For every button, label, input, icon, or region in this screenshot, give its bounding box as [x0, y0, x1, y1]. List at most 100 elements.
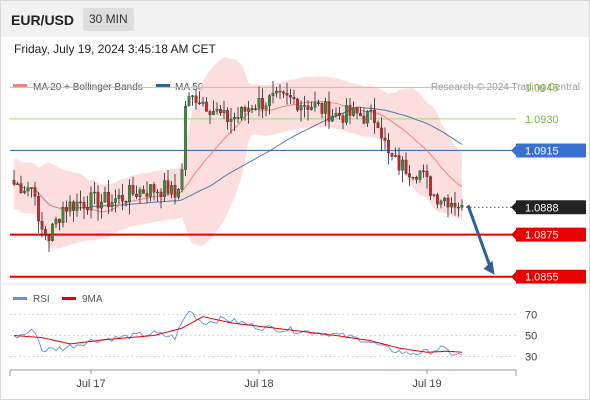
- candle-body: [72, 201, 75, 211]
- candle-body: [93, 191, 96, 194]
- candle-body: [177, 188, 180, 198]
- candle-body: [334, 112, 338, 117]
- rsi-tick-label: 30: [525, 352, 537, 364]
- candle-body: [457, 206, 460, 209]
- candle-body: [65, 207, 68, 212]
- candle-body: [201, 101, 205, 104]
- candle-body: [75, 201, 79, 211]
- candle-body: [236, 117, 240, 119]
- candle-body: [12, 179, 16, 185]
- candle: [187, 92, 191, 107]
- level-tag-pointer: [511, 145, 516, 156]
- ma9-legend-label: 9MA: [82, 294, 103, 305]
- candle-body: [23, 190, 26, 193]
- candle-body: [142, 189, 145, 194]
- candle-body: [79, 201, 82, 204]
- level-1-0855: 1.0855: [10, 269, 586, 284]
- candle-body: [229, 118, 233, 122]
- candle-body: [443, 197, 446, 202]
- candle-body: [369, 109, 373, 112]
- candle-body: [299, 105, 303, 111]
- candle-body: [86, 206, 89, 210]
- candle-body: [411, 176, 415, 179]
- candle-body: [219, 109, 222, 114]
- candle: [184, 100, 187, 176]
- rsi-ma-line: [13, 316, 463, 353]
- candle-body: [30, 187, 33, 189]
- candle-body: [51, 223, 54, 241]
- candle-body: [446, 197, 450, 208]
- candle-body: [247, 108, 250, 112]
- candle-body: [453, 203, 457, 208]
- candle-body: [380, 127, 383, 139]
- candle-body: [282, 91, 285, 94]
- candle-body: [261, 98, 264, 110]
- candle-body: [191, 95, 194, 97]
- candle-body: [96, 191, 100, 209]
- candle-body: [33, 187, 37, 197]
- candle-body: [285, 92, 289, 96]
- candle-body: [243, 107, 247, 112]
- candle-body: [208, 111, 212, 115]
- candle-body: [401, 159, 404, 171]
- candle-body: [100, 201, 103, 209]
- candle: [191, 94, 194, 106]
- candle: [51, 222, 54, 242]
- candle-body: [131, 185, 135, 195]
- candle-body: [383, 137, 387, 141]
- level-tag-pointer: [511, 271, 516, 282]
- candle-body: [317, 102, 320, 104]
- x-tick-label: Jul 17: [76, 378, 105, 390]
- candle-body: [135, 193, 138, 197]
- candle-body: [187, 96, 191, 107]
- candle-body: [327, 101, 331, 122]
- candle-body: [439, 200, 443, 205]
- candle-body: [254, 108, 257, 110]
- ma50-legend-swatch: [156, 84, 170, 87]
- candle-body: [296, 98, 299, 111]
- candle-body: [107, 192, 110, 207]
- candle-body: [394, 155, 397, 157]
- candle-body: [408, 173, 411, 178]
- level-label: 1.0888: [525, 202, 559, 214]
- candle-body: [450, 203, 453, 208]
- ma20-legend-swatch: [13, 84, 27, 87]
- candle-body: [205, 101, 208, 112]
- candle-body: [415, 177, 418, 180]
- candle-body: [54, 218, 58, 225]
- candle-body: [47, 235, 51, 241]
- candle-body: [170, 185, 173, 194]
- ma9-legend-swatch: [62, 297, 76, 300]
- candle-body: [163, 180, 166, 197]
- candle-body: [61, 207, 65, 223]
- candle-body: [331, 115, 334, 122]
- candle-body: [19, 183, 23, 193]
- candle-body: [233, 117, 236, 120]
- candle: [390, 152, 394, 161]
- projection-arrow-shaft: [466, 204, 492, 269]
- candle-body: [16, 183, 19, 185]
- candle-body: [275, 90, 278, 94]
- candle-body: [278, 90, 282, 93]
- candle-body: [303, 105, 306, 107]
- candle-body: [362, 115, 366, 124]
- candle-body: [240, 107, 243, 119]
- candle-body: [292, 97, 296, 100]
- candle-body: [271, 93, 275, 96]
- candle-body: [226, 110, 229, 122]
- candle-body: [373, 109, 376, 123]
- candle-body: [222, 110, 226, 114]
- candle-body: [355, 107, 359, 114]
- candle-body: [404, 159, 408, 174]
- candle-body: [320, 103, 324, 114]
- rsi-legend-label: RSI: [33, 294, 50, 305]
- x-tick-label: Jul 18: [244, 378, 273, 390]
- candle-body: [37, 196, 40, 222]
- price-chart: MA 20 + Bollinger Bands MA 50 Research © 2…: [0, 57, 588, 390]
- candle-body: [117, 194, 121, 199]
- candle-body: [418, 170, 422, 180]
- candle-body: [89, 192, 93, 210]
- candle-body: [40, 220, 44, 230]
- candle-body: [110, 202, 114, 207]
- candle-body: [215, 109, 219, 112]
